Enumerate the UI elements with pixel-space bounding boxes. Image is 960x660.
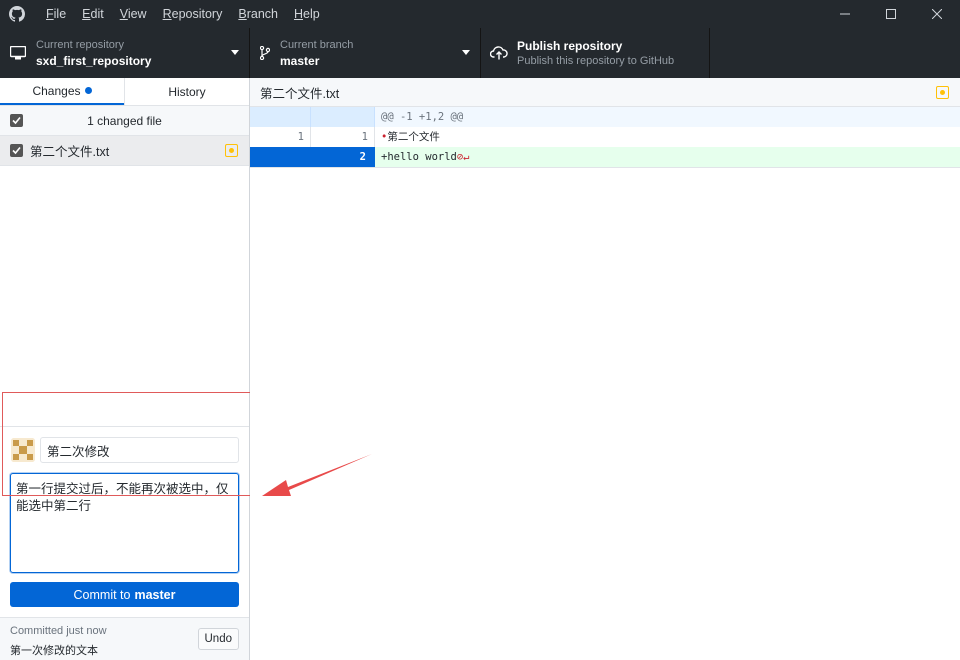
github-logo-icon [0, 0, 34, 28]
last-commit-time: Committed just now [10, 625, 107, 637]
menu-branch[interactable]: Branch [230, 0, 286, 28]
commit-description-input[interactable]: 第一行提交过后，不能再次被选中，仅能选中第二行 [10, 473, 239, 573]
file-modified-icon [936, 86, 949, 99]
commit-button-branch: master [134, 587, 176, 602]
menu-repository[interactable]: Repository [155, 0, 231, 28]
menu-edit[interactable]: Edit [74, 0, 112, 28]
caret-down-icon [462, 50, 470, 55]
diff-line-added[interactable]: 2 +hello world⊘↵ [250, 147, 960, 167]
toolbar: Current repository sxd_first_repository … [0, 28, 960, 78]
publish-repository-button[interactable]: Publish repository Publish this reposito… [481, 28, 710, 78]
menu-file[interactable]: File [38, 0, 74, 28]
diff-line-text: +hello world [381, 151, 457, 163]
diff-hunk-header: @@ -1 +1,2 @@ [250, 107, 960, 127]
changed-files-count: 1 changed file [87, 113, 162, 128]
commit-summary-input[interactable] [40, 437, 239, 463]
repo-name: sxd_first_repository [36, 53, 152, 68]
old-line-number [250, 147, 311, 167]
changed-file-row[interactable]: 第二个文件.txt [0, 136, 249, 166]
branch-name: master [280, 53, 320, 68]
select-all-checkbox[interactable] [10, 114, 23, 127]
close-icon[interactable] [914, 0, 960, 28]
current-branch-button[interactable]: Current branch master [250, 28, 481, 78]
last-commit-message: 第一次修改的文本 [10, 645, 98, 657]
menu-view[interactable]: View [112, 0, 155, 28]
annotation-arrow-icon [262, 454, 372, 496]
publish-title: Publish repository [517, 38, 623, 53]
new-line-number: 2 [311, 147, 375, 167]
undo-button[interactable]: Undo [197, 628, 239, 650]
menu-bar: File Edit View Repository Branch Help [38, 0, 328, 28]
tab-changes-label: Changes [32, 83, 81, 98]
menu-help[interactable]: Help [286, 0, 328, 28]
cloud-upload-icon [481, 46, 517, 60]
commit-button-label: Commit to [73, 587, 131, 602]
diff-line-context[interactable]: 1 1 •第二个文件 [250, 127, 960, 147]
no-newline-icon: ⊘↵ [456, 151, 470, 163]
diff-panel: 第二个文件.txt @@ -1 +1,2 @@ 1 1 •第二个文件 2 +he… [250, 78, 960, 660]
tab-changes[interactable]: Changes [0, 78, 124, 105]
diff-line-text: 第二个文件 [387, 131, 440, 143]
title-bar: File Edit View Repository Branch Help [0, 0, 960, 28]
file-modified-icon [225, 144, 238, 157]
file-include-checkbox[interactable] [10, 144, 23, 157]
new-line-number: 1 [311, 127, 375, 147]
current-repository-button[interactable]: Current repository sxd_first_repository [0, 28, 250, 78]
tab-history[interactable]: History [124, 78, 249, 105]
repo-label: Current repository [36, 38, 125, 51]
monitor-icon [0, 46, 36, 60]
avatar [11, 438, 35, 462]
tab-history-label: History [168, 84, 206, 99]
branch-icon [250, 46, 280, 60]
maximize-icon[interactable] [868, 0, 914, 28]
minimize-icon[interactable] [822, 0, 868, 28]
diff-header: 第二个文件.txt [250, 78, 960, 107]
publish-description: Publish this repository to GitHub [517, 54, 675, 67]
diff-file-title: 第二个文件.txt [260, 86, 340, 101]
caret-down-icon [231, 50, 239, 55]
branch-label: Current branch [280, 38, 354, 51]
old-line-number: 1 [250, 127, 311, 147]
changes-header: 1 changed file [0, 106, 249, 136]
changes-indicator-dot [84, 87, 92, 94]
last-commit-panel: Committed just now 第一次修改的文本 Undo [0, 617, 249, 660]
hunk-header-text: @@ -1 +1,2 @@ [381, 111, 464, 123]
changed-file-name: 第二个文件.txt [30, 145, 110, 159]
sidebar: Changes History 1 changed file 第二个文件.txt [0, 78, 250, 660]
commit-button[interactable]: Commit to master [10, 582, 239, 607]
commit-form: 第一行提交过后，不能再次被选中，仅能选中第二行 Commit to master… [0, 426, 249, 660]
window-controls [822, 0, 960, 28]
sidebar-tabs: Changes History [0, 78, 249, 106]
